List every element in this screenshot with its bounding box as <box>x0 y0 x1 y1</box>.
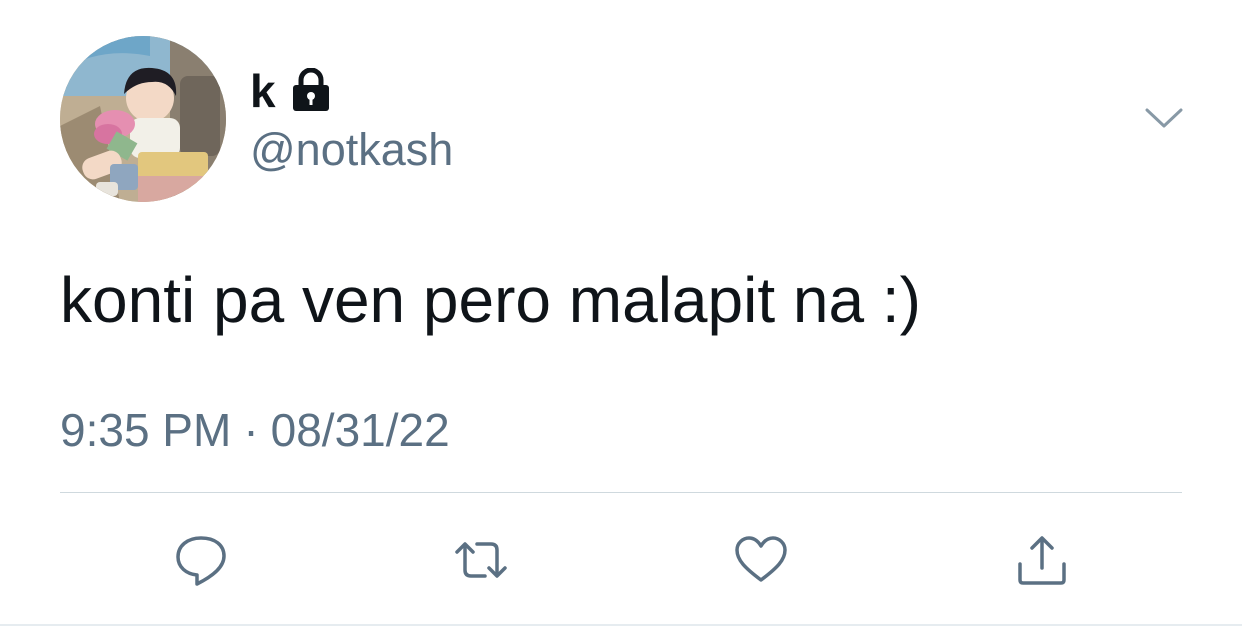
chevron-down-icon[interactable] <box>1144 104 1184 132</box>
divider <box>60 492 1182 493</box>
retweet-button[interactable] <box>451 530 511 590</box>
timestamp-separator: · <box>243 404 259 456</box>
retweet-icon <box>455 542 507 578</box>
avatar-illustration <box>60 36 226 202</box>
share-button[interactable] <box>1012 530 1072 590</box>
reply-icon <box>176 536 226 586</box>
tweet-time: 9:35 PM <box>60 404 232 456</box>
reply-button[interactable] <box>171 530 231 590</box>
share-icon <box>1018 536 1066 585</box>
avatar[interactable] <box>60 36 226 202</box>
timestamp[interactable]: 9:35 PM · 08/31/22 <box>60 403 450 457</box>
heart-icon <box>735 536 787 582</box>
display-name[interactable]: k <box>250 64 276 118</box>
tweet-text: konti pa ven pero malapit na :) <box>60 264 921 336</box>
handle[interactable]: @notkash <box>250 124 453 176</box>
tweet-date: 08/31/22 <box>270 404 450 456</box>
lock-icon <box>293 68 329 111</box>
like-button[interactable] <box>731 530 791 590</box>
